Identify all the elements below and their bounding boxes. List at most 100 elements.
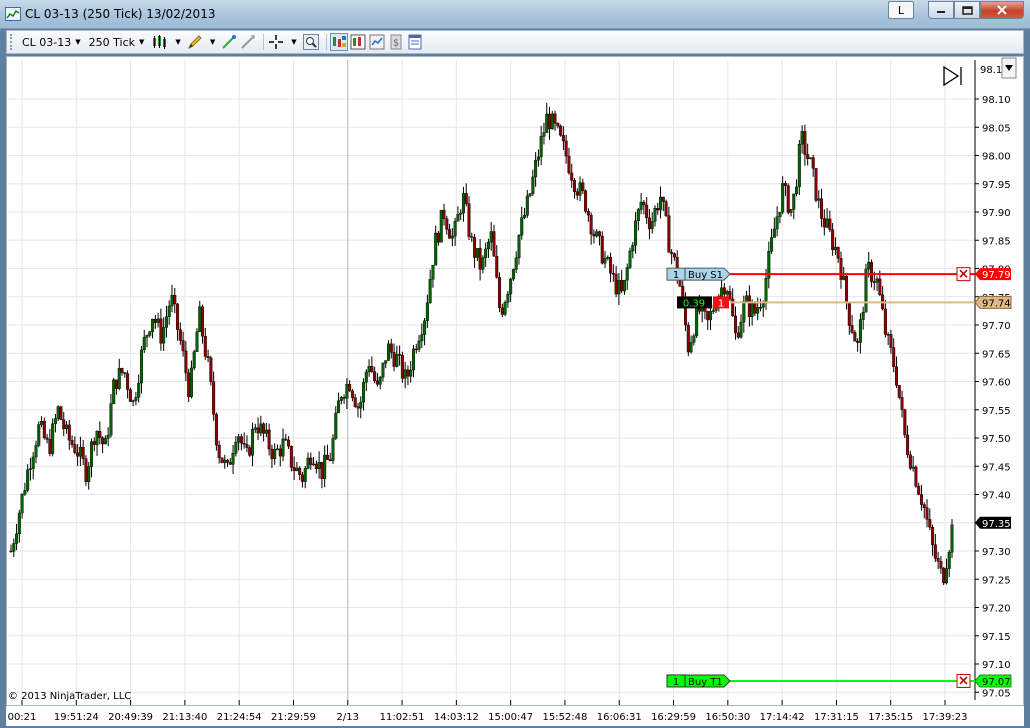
y-axis[interactable]: 98.1098.0598.0097.9597.9097.8597.8097.75… (975, 95, 1011, 699)
candle-down (400, 354, 404, 379)
stop-order-qty: 1 (673, 270, 679, 281)
candle-down (728, 291, 732, 300)
candle-up (781, 183, 785, 213)
last-price: 97.35 (982, 519, 1011, 530)
candle-up (56, 406, 60, 419)
candle-down (498, 277, 502, 309)
candle-down (320, 462, 324, 479)
candle-down (392, 352, 396, 367)
candle-up (431, 264, 435, 280)
candle-up (37, 424, 41, 446)
candle-up (659, 196, 663, 211)
candle-up (650, 221, 654, 230)
candle-down (822, 218, 826, 228)
candle-up (89, 441, 93, 467)
candle-up (750, 303, 754, 317)
stop-order[interactable]: 1 Buy S1 97.79 (666, 267, 1011, 282)
x-axis: 00:21 19:51:24 20:49:39 21:13:40 21:24:54 21:… (8, 700, 967, 723)
target-order[interactable]: 1 Buy T1 97.07 (666, 673, 1012, 688)
candle-down (586, 211, 590, 216)
candle-down (123, 372, 127, 374)
candle-down (445, 218, 449, 230)
candle-up (259, 423, 263, 434)
candle-up (950, 524, 954, 553)
candle-down (467, 203, 471, 237)
candle-down (284, 438, 288, 441)
x-tick-label: 2/13 (337, 712, 359, 723)
candle-up (106, 434, 110, 439)
scroll-to-end-button[interactable] (940, 64, 966, 88)
candle-up (273, 448, 277, 460)
candle-down (686, 324, 690, 353)
x-tick-label: 21:29:59 (271, 712, 316, 723)
candle-up (381, 362, 385, 378)
candle-up (625, 267, 629, 281)
candle-down (184, 350, 188, 374)
candle-up (825, 218, 829, 228)
x-tick-label: 15:00:47 (488, 712, 533, 723)
price-chart[interactable]: 98.1098.0598.0097.9597.9097.8597.8097.75… (0, 0, 1030, 728)
candle-up (234, 441, 238, 454)
candle-up (362, 382, 366, 403)
stop-order-price: 97.79 (982, 270, 1011, 281)
candle-down (287, 439, 291, 447)
candle-down (470, 236, 474, 238)
candle-down (212, 381, 216, 415)
candle-up (456, 214, 460, 222)
candle-up (792, 193, 796, 210)
candle-up (425, 302, 429, 321)
candle-down (914, 466, 918, 487)
y-tick-label: 97.30 (982, 547, 1011, 558)
candle-up (795, 186, 799, 195)
candle-down (548, 113, 552, 130)
candle-down (939, 561, 943, 569)
candle-up (709, 311, 713, 321)
candle-down (328, 459, 332, 461)
candle-down (559, 125, 563, 136)
candle-up (137, 382, 141, 398)
candle-down (933, 544, 937, 559)
candle-down (570, 172, 574, 181)
candle-up (428, 279, 432, 303)
candle-up (51, 423, 55, 454)
candle-up (486, 241, 490, 250)
candle-up (606, 257, 610, 259)
candle-down (647, 217, 651, 230)
candle-up (800, 131, 804, 145)
candle-down (811, 157, 815, 169)
candle-up (867, 261, 871, 270)
candle-up (523, 214, 527, 218)
y-tick-label: 97.95 (982, 180, 1011, 191)
candle-up (461, 193, 465, 214)
x-tick-label: 17:14:42 (760, 712, 805, 723)
candle-down (878, 278, 882, 296)
candle-up (367, 366, 371, 373)
candle-up (459, 212, 463, 215)
candle-down (706, 311, 710, 321)
candle-down (736, 332, 740, 338)
y-tick-label: 97.85 (982, 236, 1011, 247)
candle-down (592, 233, 596, 237)
candle-down (936, 558, 940, 562)
candle-up (164, 316, 168, 328)
candle-up (20, 493, 24, 514)
candle-down (226, 459, 230, 463)
position-marker[interactable]: 0.39 1 97.74 (677, 295, 1012, 309)
candle-down (900, 397, 904, 410)
candle-up (858, 319, 862, 343)
candle-up (944, 568, 948, 584)
candle-up (578, 182, 582, 196)
candle-up (306, 457, 310, 469)
candle-down (928, 519, 932, 528)
candle-down (187, 372, 191, 397)
candle-up (384, 360, 388, 364)
candle-up (145, 335, 149, 338)
candle-down (919, 494, 923, 505)
candle-down (242, 443, 246, 445)
y-tick-label: 97.40 (982, 491, 1011, 502)
candle-up (231, 453, 235, 465)
candle-up (198, 306, 202, 332)
candle-up (17, 512, 21, 535)
candle-down (894, 366, 898, 386)
y-tick-label: 97.20 (982, 604, 1011, 615)
